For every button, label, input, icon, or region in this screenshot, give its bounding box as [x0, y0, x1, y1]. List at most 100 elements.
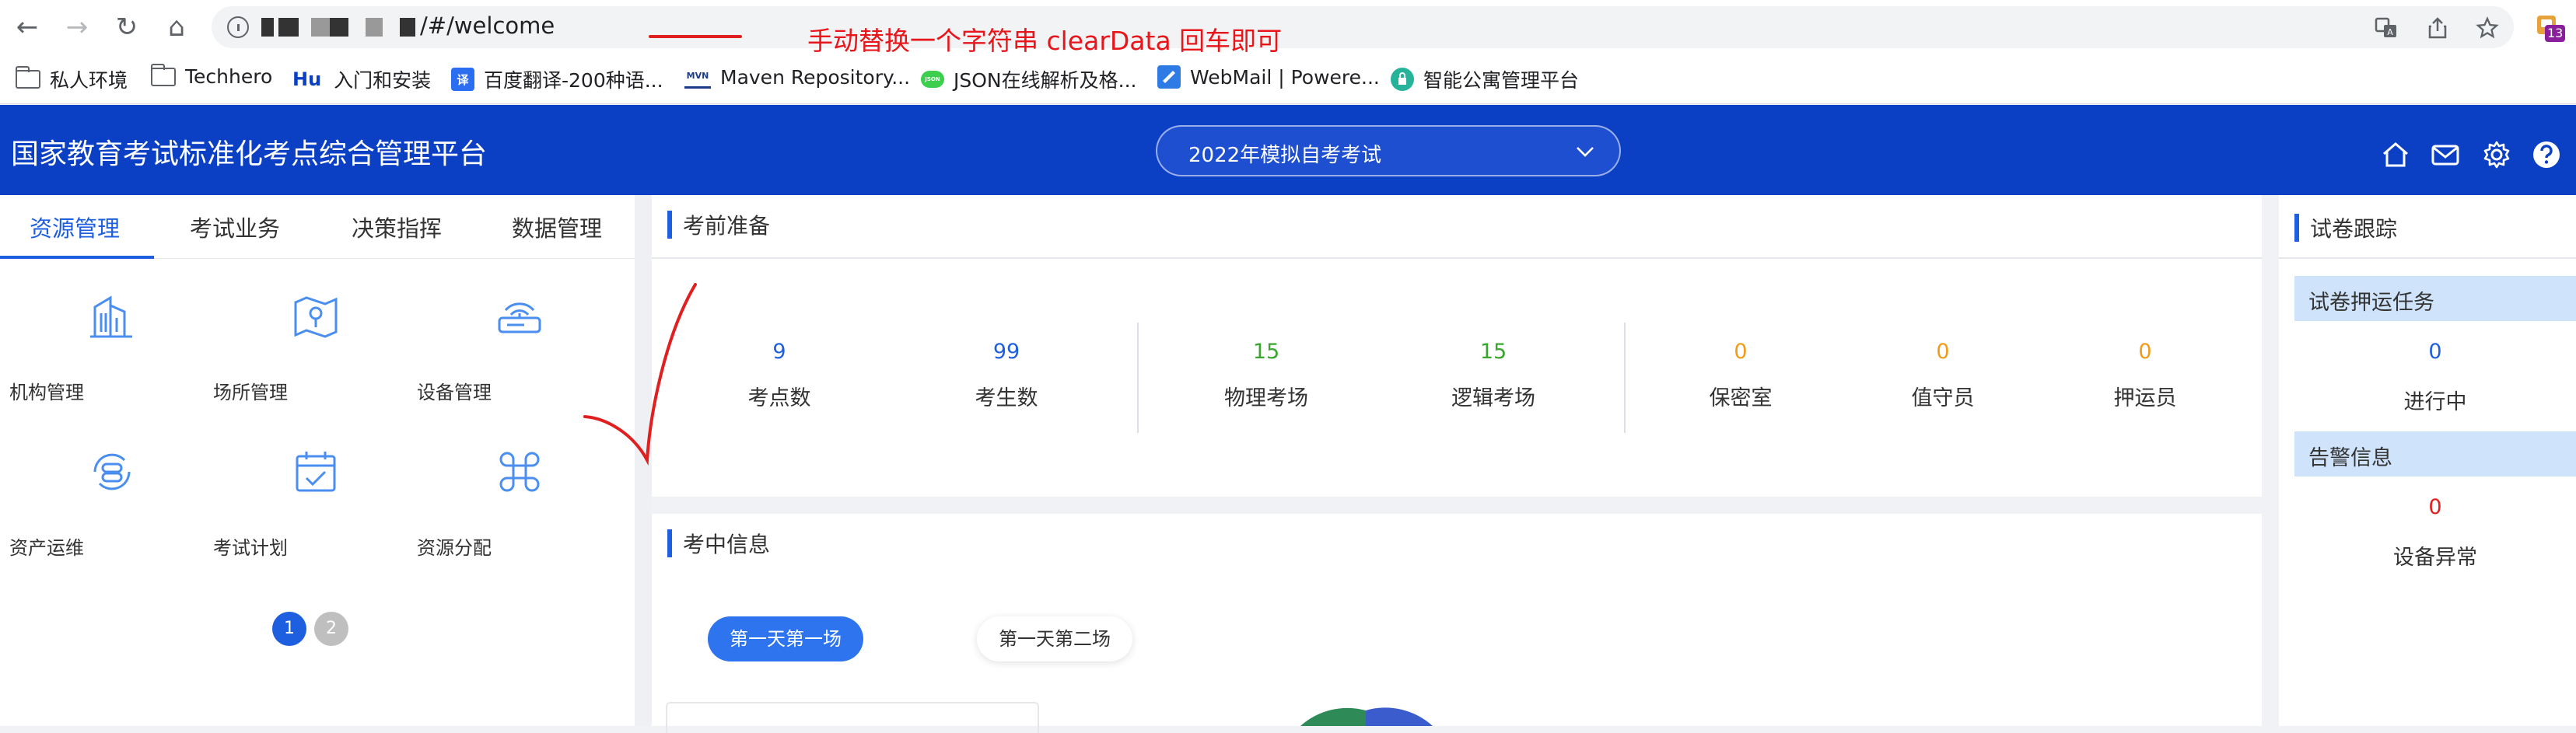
stat-divider	[1137, 323, 1139, 433]
info-box	[666, 702, 1039, 733]
settings-gear-icon[interactable]	[2481, 139, 2512, 170]
tab-decision-command[interactable]: 决策指挥	[352, 211, 442, 243]
tab-data-management[interactable]: 数据管理	[512, 211, 602, 243]
stat-label: 逻辑考场	[1451, 386, 1535, 410]
in-exam-card: 考中信息 第一天第一场 第一天第二场	[652, 514, 2262, 733]
stat-value: 9	[772, 340, 786, 364]
bookmark-star-icon[interactable]	[2475, 16, 2500, 40]
redacted-url-part	[311, 18, 330, 37]
redacted-url-part	[261, 18, 274, 37]
url-text: /#/welcome	[420, 12, 555, 39]
exam-select-value: 2022年模拟自考考试	[1188, 144, 1382, 167]
resource-item-label: 场所管理	[213, 382, 288, 403]
bookmarks-bar: 私人环境 Techhero Hu 入门和安装 译 百度翻译-200种语... M…	[0, 54, 2576, 104]
bookmark-item[interactable]: 译 百度翻译-200种语...	[451, 65, 663, 93]
address-bar[interactable]: /#/welcome 手动替换一个字符串 clearData 回车即可 A	[212, 6, 2514, 56]
translate-icon: 译	[451, 68, 474, 91]
extension-icon[interactable]: 13	[2534, 12, 2566, 44]
bookmark-label: 百度翻译-200种语...	[484, 69, 663, 92]
stat-guards: 0 值守员	[1865, 340, 2021, 411]
building-icon	[90, 295, 132, 338]
stat-exam-sites: 9 考点数	[702, 340, 857, 411]
router-icon	[498, 302, 541, 333]
reload-icon[interactable]: ↻	[109, 9, 145, 45]
escort-task-header: 试卷押运任务	[2294, 276, 2576, 321]
bookmark-item[interactable]: MVN Maven Repository...	[684, 65, 910, 89]
chevron-down-icon	[1577, 147, 1594, 157]
app-header: 国家教育考试标准化考点综合管理平台 2022年模拟自考考试	[0, 105, 2576, 195]
mvn-icon: MVN	[684, 65, 711, 89]
bookmark-label: JSON在线解析及格...	[954, 69, 1137, 92]
bookmark-item[interactable]: Hu 入门和安装	[292, 65, 431, 93]
share-icon[interactable]	[2425, 16, 2450, 40]
alert-title: 告警信息	[2308, 446, 2392, 470]
stat-label: 考生数	[975, 386, 1038, 410]
bookmark-item[interactable]: JSON JSON在线解析及格...	[921, 65, 1136, 93]
session-day1-second[interactable]: 第一天第二场	[977, 616, 1132, 661]
home-icon[interactable]	[2380, 139, 2411, 170]
webmail-icon	[1157, 65, 1181, 89]
stat-value: 15	[1479, 340, 1507, 364]
help-icon[interactable]	[2531, 139, 2562, 170]
pagination-dot-1[interactable]: 1	[272, 612, 306, 646]
bookmark-item[interactable]: WebMail | Powere...	[1157, 65, 1380, 89]
redacted-url-part	[366, 18, 383, 37]
extension-badge: 13	[2545, 25, 2566, 42]
back-icon[interactable]: ←	[9, 9, 45, 45]
map-pin-icon	[294, 296, 338, 338]
session-day1-first[interactable]: 第一天第一场	[708, 616, 863, 661]
resource-item-label: 资源分配	[417, 537, 492, 559]
stat-divider	[1624, 323, 1626, 433]
stat-value: 0	[2138, 340, 2152, 364]
resource-item-org[interactable]: 机构管理	[0, 290, 202, 430]
stat-escorts: 0 押运员	[2067, 340, 2223, 411]
resource-item-venue[interactable]: 场所管理	[204, 290, 406, 430]
alert-label: 设备异常	[2393, 546, 2477, 570]
stat-label: 保密室	[1709, 386, 1773, 410]
resource-item-asset-ops[interactable]: 资产运维	[0, 445, 202, 585]
translate-page-icon[interactable]: A	[2374, 16, 2399, 40]
bookmark-label: 入门和安装	[334, 69, 432, 92]
resource-item-label: 考试计划	[213, 537, 288, 559]
resource-item-label: 设备管理	[417, 382, 492, 403]
forward-icon[interactable]: →	[59, 9, 95, 45]
annotation-text: 手动替换一个字符串 clearData 回车即可	[807, 26, 1283, 56]
stat-physical-rooms: 15 物理考场	[1188, 340, 1344, 411]
exam-select[interactable]: 2022年模拟自考考试	[1156, 125, 1621, 176]
resource-item-label: 资产运维	[9, 537, 84, 559]
browser-toolbar: ← → ↻ ⌂ /#/welcome 手动替换一个字符串 clearData 回…	[0, 0, 2576, 56]
redacted-url-part	[330, 18, 348, 37]
escort-task-label: 进行中	[2403, 390, 2467, 414]
json-icon: JSON	[921, 71, 944, 88]
tab-exam-business[interactable]: 考试业务	[190, 211, 280, 243]
mail-icon[interactable]	[2430, 139, 2461, 170]
hu-icon: Hu	[292, 68, 322, 90]
resource-item-allocation[interactable]: 资源分配	[408, 445, 610, 585]
svg-text:A: A	[2387, 27, 2393, 37]
bookmark-label: 智能公寓管理平台	[1423, 69, 1580, 92]
folder-icon	[16, 66, 40, 89]
bookmark-item[interactable]: Techhero	[151, 63, 272, 88]
tab-resource-management[interactable]: 资源管理	[30, 211, 120, 243]
grid-icon	[499, 452, 540, 492]
right-panel: 试卷跟踪 试卷押运任务 0 进行中 告警信息 0 设备异常	[2279, 195, 2576, 726]
resource-item-exam-plan[interactable]: 考试计划	[204, 445, 406, 585]
stat-value: 0	[1734, 340, 1748, 364]
site-info-icon[interactable]	[227, 16, 249, 38]
card-header-divider	[2279, 257, 2576, 259]
stat-label: 值守员	[1911, 386, 1975, 410]
resource-item-label: 机构管理	[9, 382, 84, 403]
home-icon[interactable]: ⌂	[159, 9, 194, 45]
left-panel: 资源管理 考试业务 决策指挥 数据管理 机构管理 场所管理 设备管理 资产运维 …	[0, 195, 635, 726]
bookmark-label: 私人环境	[50, 69, 128, 92]
main-tabs: 资源管理 考试业务 决策指挥 数据管理	[0, 195, 635, 259]
alert-header: 告警信息	[2294, 431, 2576, 476]
annotation-underline	[649, 35, 742, 38]
resource-item-device[interactable]: 设备管理	[408, 290, 610, 430]
pagination-dot-2[interactable]: 2	[314, 612, 348, 646]
alert-value: 0	[2428, 495, 2442, 519]
bookmark-label: Maven Repository...	[720, 65, 911, 89]
bookmark-item[interactable]: 智能公寓管理平台	[1391, 65, 1579, 93]
stat-confidential-rooms: 0 保密室	[1663, 340, 1818, 411]
bookmark-item[interactable]: 私人环境	[16, 65, 128, 93]
